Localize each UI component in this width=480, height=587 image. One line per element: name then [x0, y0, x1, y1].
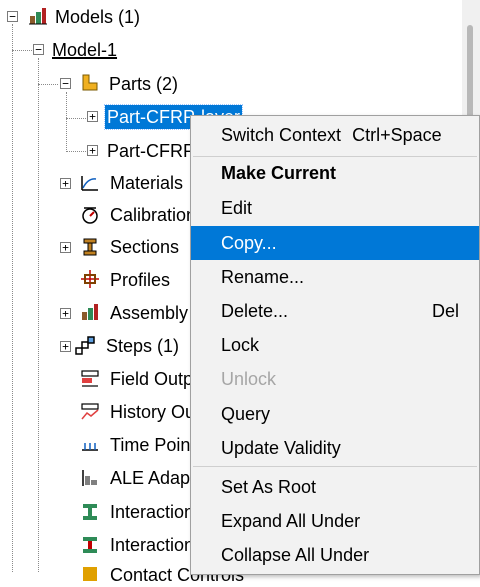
context-menu: Switch Context Ctrl+Space Make Current E…	[190, 115, 480, 575]
menu-item-rename[interactable]: Rename...	[191, 260, 479, 294]
materials-icon	[81, 176, 98, 191]
menu-item-edit[interactable]: Edit	[191, 191, 479, 225]
menu-item-lock[interactable]: Lock	[191, 328, 479, 362]
menu-separator	[193, 466, 477, 467]
field-output-icon	[81, 370, 99, 387]
tree-item-models[interactable]: Models (1)	[55, 5, 140, 29]
collapse-toggle[interactable]: −	[60, 78, 71, 89]
menu-item-delete[interactable]: Delete... Del	[191, 294, 479, 328]
menu-item-label: Delete...	[221, 301, 289, 321]
expand-toggle[interactable]: +	[60, 242, 71, 253]
menu-item-expand-all-under[interactable]: Expand All Under	[191, 504, 479, 538]
history-output-icon	[81, 403, 99, 420]
menu-item-collapse-all-under[interactable]: Collapse All Under	[191, 538, 479, 572]
tree-item-parts[interactable]: Parts (2)	[109, 72, 178, 96]
interaction-properties-icon	[83, 537, 97, 553]
tree-line	[38, 58, 39, 572]
tree-item-materials[interactable]: Materials	[110, 171, 183, 195]
menu-item-make-current[interactable]: Make Current	[191, 156, 479, 190]
menu-item-label: Switch Context	[221, 125, 342, 145]
interactions-icon	[83, 504, 97, 520]
tree-item-assembly[interactable]: Assembly	[110, 301, 188, 325]
menu-item-shortcut: Del	[431, 301, 459, 321]
expand-toggle[interactable]: +	[87, 111, 98, 122]
expand-toggle[interactable]: +	[60, 308, 71, 319]
tree-item-model-1[interactable]: Model-1	[52, 38, 117, 62]
models-icon	[29, 8, 47, 25]
assembly-icon	[82, 304, 98, 320]
time-points-icon	[82, 443, 98, 451]
menu-item-set-as-root[interactable]: Set As Root	[191, 470, 479, 504]
tree-item-profiles[interactable]: Profiles	[110, 268, 170, 292]
tree-line	[66, 118, 86, 119]
menu-item-shortcut: Ctrl+Space	[352, 125, 442, 145]
collapse-toggle[interactable]: −	[33, 44, 44, 55]
profiles-icon	[81, 270, 99, 288]
ale-icon	[82, 470, 97, 486]
parts-icon	[82, 74, 98, 91]
expand-toggle[interactable]: +	[60, 341, 71, 352]
tree-line	[66, 92, 67, 152]
expand-toggle[interactable]: +	[87, 145, 98, 156]
menu-item-query[interactable]: Query	[191, 397, 479, 431]
menu-item-switch-context[interactable]: Switch Context Ctrl+Space	[191, 118, 479, 152]
scrollbar-thumb[interactable]	[467, 25, 473, 120]
tree-line	[12, 50, 32, 51]
tree-item-steps[interactable]: Steps (1)	[106, 334, 179, 358]
menu-item-copy[interactable]: Copy...	[191, 226, 479, 260]
menu-item-unlock: Unlock	[221, 369, 277, 389]
sections-icon	[83, 238, 97, 256]
contact-controls-icon	[83, 567, 97, 581]
expand-toggle[interactable]: +	[60, 178, 71, 189]
tree-line	[12, 24, 13, 572]
tree-line	[66, 151, 86, 152]
menu-item-update-validity[interactable]: Update Validity	[191, 431, 479, 465]
calibrations-icon	[82, 207, 98, 224]
tree-line	[38, 84, 58, 85]
collapse-toggle[interactable]: −	[7, 11, 18, 22]
steps-icon	[75, 336, 95, 355]
tree-item-sections[interactable]: Sections	[110, 235, 179, 259]
